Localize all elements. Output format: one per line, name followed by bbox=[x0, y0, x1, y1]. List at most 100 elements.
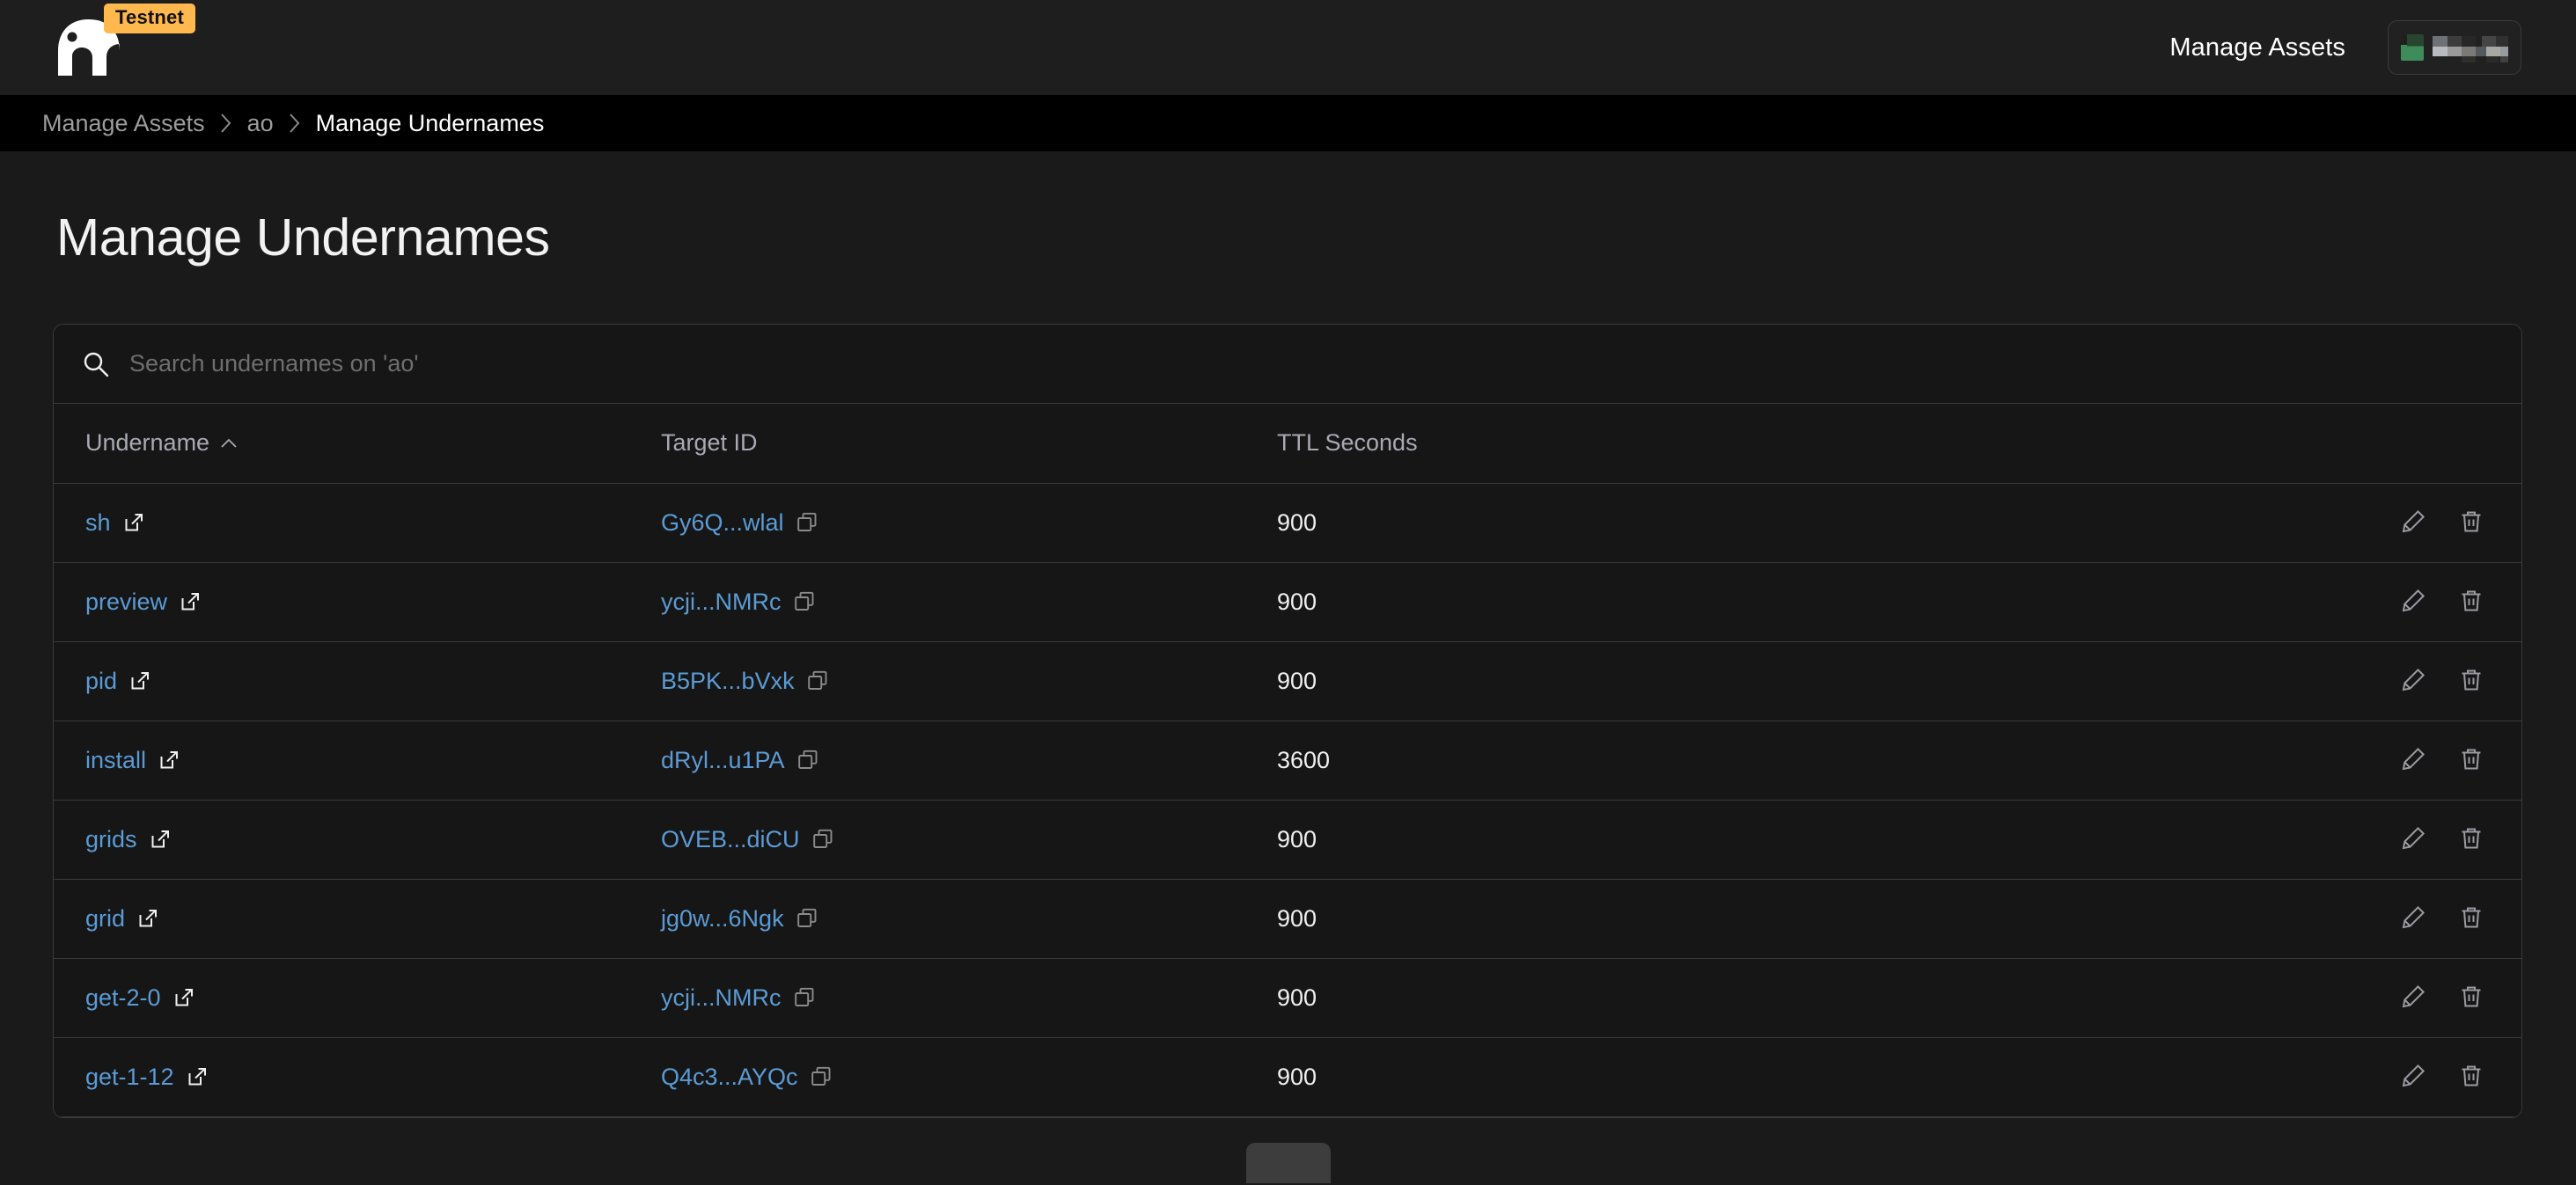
cell-actions bbox=[2189, 1037, 2521, 1117]
target-id-link[interactable]: jg0w...6Ngk bbox=[661, 905, 784, 933]
trash-icon[interactable] bbox=[2458, 588, 2484, 614]
table-row: grids OVEB...diCU 900 bbox=[54, 800, 2521, 880]
edit-undername-button[interactable] bbox=[2400, 588, 2426, 617]
external-link-icon[interactable] bbox=[137, 908, 158, 929]
pencil-icon[interactable] bbox=[2400, 825, 2426, 852]
breadcrumb-item-ao[interactable]: ao bbox=[247, 110, 274, 137]
copy-icon[interactable] bbox=[794, 987, 815, 1008]
pencil-icon[interactable] bbox=[2400, 667, 2426, 693]
cell-target-id: Q4c3...AYQc bbox=[661, 1037, 1277, 1117]
delete-undername-button[interactable] bbox=[2458, 825, 2484, 854]
cell-undername: preview bbox=[54, 562, 661, 642]
delete-undername-button[interactable] bbox=[2458, 1063, 2484, 1092]
app-header: Testnet Manage Assets bbox=[0, 0, 2576, 95]
undername-link[interactable]: pid bbox=[85, 668, 117, 695]
wallet-button[interactable] bbox=[2388, 20, 2521, 75]
pencil-icon[interactable] bbox=[2400, 984, 2426, 1010]
copy-icon[interactable] bbox=[812, 829, 833, 850]
undername-link[interactable]: preview bbox=[85, 589, 167, 616]
cell-target-id: Gy6Q...wlal bbox=[661, 483, 1277, 563]
cell-target-id: ycji...NMRc bbox=[661, 958, 1277, 1038]
edit-undername-button[interactable] bbox=[2400, 825, 2426, 854]
copy-icon[interactable] bbox=[807, 670, 828, 691]
column-header-target-id[interactable]: Target ID bbox=[661, 404, 1277, 484]
edit-undername-button[interactable] bbox=[2400, 904, 2426, 933]
delete-undername-button[interactable] bbox=[2458, 667, 2484, 696]
ttl-seconds-value: 900 bbox=[1277, 508, 1317, 536]
target-id-link[interactable]: OVEB...diCU bbox=[661, 826, 800, 853]
undername-link[interactable]: get-1-12 bbox=[85, 1064, 174, 1091]
copy-icon[interactable] bbox=[811, 1066, 832, 1087]
cell-target-id: dRyl...u1PA bbox=[661, 721, 1277, 801]
pencil-icon[interactable] bbox=[2400, 1063, 2426, 1089]
target-id-link[interactable]: B5PK...bVxk bbox=[661, 668, 795, 695]
cell-actions bbox=[2189, 879, 2521, 959]
target-id-link[interactable]: dRyl...u1PA bbox=[661, 747, 785, 774]
trash-icon[interactable] bbox=[2458, 746, 2484, 772]
cell-undername: install bbox=[54, 721, 661, 801]
trash-icon[interactable] bbox=[2458, 984, 2484, 1010]
target-id-link[interactable]: ycji...NMRc bbox=[661, 589, 782, 616]
copy-icon[interactable] bbox=[796, 908, 818, 929]
external-link-icon[interactable] bbox=[180, 591, 201, 612]
trash-icon[interactable] bbox=[2458, 1063, 2484, 1089]
copy-icon[interactable] bbox=[797, 750, 818, 771]
delete-undername-button[interactable] bbox=[2458, 904, 2484, 933]
edit-undername-button[interactable] bbox=[2400, 1063, 2426, 1092]
edit-undername-button[interactable] bbox=[2400, 746, 2426, 775]
cell-ttl-seconds: 900 bbox=[1277, 483, 2189, 563]
external-link-icon[interactable] bbox=[123, 512, 144, 533]
wallet-avatar-icon bbox=[2401, 34, 2424, 61]
undername-link[interactable]: install bbox=[85, 747, 146, 774]
delete-undername-button[interactable] bbox=[2458, 588, 2484, 617]
cell-target-id: jg0w...6Ngk bbox=[661, 879, 1277, 959]
external-link-icon[interactable] bbox=[158, 750, 180, 771]
target-id-link[interactable]: ycji...NMRc bbox=[661, 984, 782, 1012]
pencil-icon[interactable] bbox=[2400, 588, 2426, 614]
target-id-link[interactable]: Q4c3...AYQc bbox=[661, 1064, 798, 1091]
external-link-icon[interactable] bbox=[187, 1066, 208, 1087]
manage-assets-nav-link[interactable]: Manage Assets bbox=[2169, 33, 2345, 62]
target-id-link[interactable]: Gy6Q...wlal bbox=[661, 509, 784, 537]
undername-link[interactable]: grid bbox=[85, 905, 125, 933]
trash-icon[interactable] bbox=[2458, 825, 2484, 852]
pencil-icon[interactable] bbox=[2400, 508, 2426, 535]
copy-icon[interactable] bbox=[796, 512, 818, 533]
chevron-right-icon bbox=[220, 113, 231, 133]
table-row: preview ycji...NMRc 900 bbox=[54, 562, 2521, 642]
trash-icon[interactable] bbox=[2458, 508, 2484, 535]
sort-ascending-icon bbox=[221, 438, 237, 448]
external-link-icon[interactable] bbox=[150, 829, 171, 850]
breadcrumb-item-manage-assets[interactable]: Manage Assets bbox=[42, 110, 205, 137]
logo[interactable]: Testnet bbox=[42, 4, 196, 81]
search-input[interactable] bbox=[129, 350, 2493, 377]
undername-link[interactable]: sh bbox=[85, 509, 111, 537]
edit-undername-button[interactable] bbox=[2400, 667, 2426, 696]
cell-ttl-seconds: 900 bbox=[1277, 641, 2189, 721]
delete-undername-button[interactable] bbox=[2458, 984, 2484, 1013]
column-header-undername[interactable]: Undername bbox=[54, 404, 661, 484]
ttl-seconds-value: 3600 bbox=[1277, 746, 1331, 773]
delete-undername-button[interactable] bbox=[2458, 508, 2484, 538]
undername-link[interactable]: get-2-0 bbox=[85, 984, 161, 1012]
cell-ttl-seconds: 3600 bbox=[1277, 721, 2189, 801]
edit-undername-button[interactable] bbox=[2400, 508, 2426, 538]
trash-icon[interactable] bbox=[2458, 667, 2484, 693]
trash-icon[interactable] bbox=[2458, 904, 2484, 931]
cell-actions bbox=[2189, 800, 2521, 880]
external-link-icon[interactable] bbox=[173, 987, 194, 1008]
column-header-ttl-seconds[interactable]: TTL Seconds bbox=[1277, 404, 2189, 484]
external-link-icon[interactable] bbox=[129, 670, 150, 691]
pencil-icon[interactable] bbox=[2400, 746, 2426, 772]
pencil-icon[interactable] bbox=[2400, 904, 2426, 931]
page-body: Manage Undernames Undername bbox=[0, 151, 2576, 1185]
table-row: get-1-12 Q4c3...AYQc 900 bbox=[54, 1037, 2521, 1117]
copy-icon[interactable] bbox=[794, 591, 815, 612]
delete-undername-button[interactable] bbox=[2458, 746, 2484, 775]
edit-undername-button[interactable] bbox=[2400, 984, 2426, 1013]
search-bar bbox=[54, 325, 2521, 404]
undername-link[interactable]: grids bbox=[85, 826, 137, 853]
table-row: install dRyl...u1PA 3600 bbox=[54, 721, 2521, 801]
cell-ttl-seconds: 900 bbox=[1277, 562, 2189, 642]
pagination-control[interactable] bbox=[1245, 1142, 1331, 1183]
